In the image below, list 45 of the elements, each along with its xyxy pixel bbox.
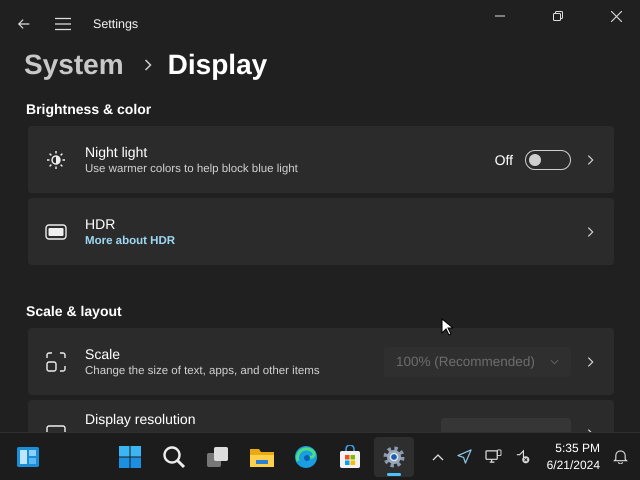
- clock-time[interactable]: 5:35 PM: [555, 440, 600, 456]
- night-light-toggle[interactable]: [525, 150, 571, 170]
- restore-icon[interactable]: [553, 11, 563, 21]
- setting-description: Use warmer colors to help block blue light: [85, 163, 299, 175]
- settings-card[interactable]: Night light Use warmer colors to help block blue light Off: [28, 126, 614, 193]
- scale-icon: [46, 352, 66, 372]
- setting-title: HDR: [85, 216, 116, 232]
- store-bag-icon: [338, 444, 362, 468]
- close-icon[interactable]: [611, 10, 622, 22]
- task-view-icon: [206, 444, 230, 468]
- menu-icon[interactable]: [55, 17, 71, 31]
- location-arrow-icon[interactable]: [456, 449, 472, 464]
- mouse-cursor-icon: [441, 318, 453, 336]
- setting-title: Display resolution: [85, 411, 196, 427]
- settings-card[interactable]: Display resolution: [28, 400, 614, 432]
- taskbar-app[interactable]: [374, 436, 414, 476]
- widgets-icon[interactable]: [16, 444, 40, 468]
- network-icon[interactable]: [484, 449, 502, 464]
- chevron-up-icon[interactable]: [432, 452, 444, 460]
- hdr-icon: [45, 224, 67, 240]
- chevron-icon: [144, 59, 152, 71]
- settings-icon: [382, 444, 406, 468]
- windows-start-icon: [118, 444, 142, 468]
- breadcrumb-parent[interactable]: System: [24, 49, 124, 81]
- chevron-icon: [587, 226, 594, 238]
- setting-description: Change the size of text, apps, and other items: [85, 365, 321, 377]
- dropdown-caret-icon: [550, 358, 559, 364]
- browser-icon: [294, 444, 318, 468]
- brightness-icon: [46, 150, 66, 170]
- hdr-link[interactable]: More about HDR: [85, 235, 587, 247]
- window-title: Settings: [93, 17, 138, 31]
- chevron-icon: [587, 356, 594, 368]
- notification-bell-icon[interactable]: [613, 449, 628, 464]
- volume-muted-icon[interactable]: [514, 449, 530, 464]
- toggle-state-label: Off: [494, 152, 513, 168]
- section-title: Brightness & color: [26, 100, 152, 119]
- back-icon[interactable]: [17, 17, 31, 31]
- settings-card[interactable]: HDR More about HDR: [28, 198, 614, 265]
- clock-date[interactable]: 6/21/2024: [546, 456, 600, 474]
- setting-title: Scale: [85, 346, 122, 362]
- section-title: Scale & layout: [26, 302, 122, 321]
- search-icon: [162, 444, 186, 468]
- setting-title: Night light: [85, 144, 148, 160]
- chevron-icon: [587, 154, 594, 166]
- page-title: Display: [168, 49, 268, 81]
